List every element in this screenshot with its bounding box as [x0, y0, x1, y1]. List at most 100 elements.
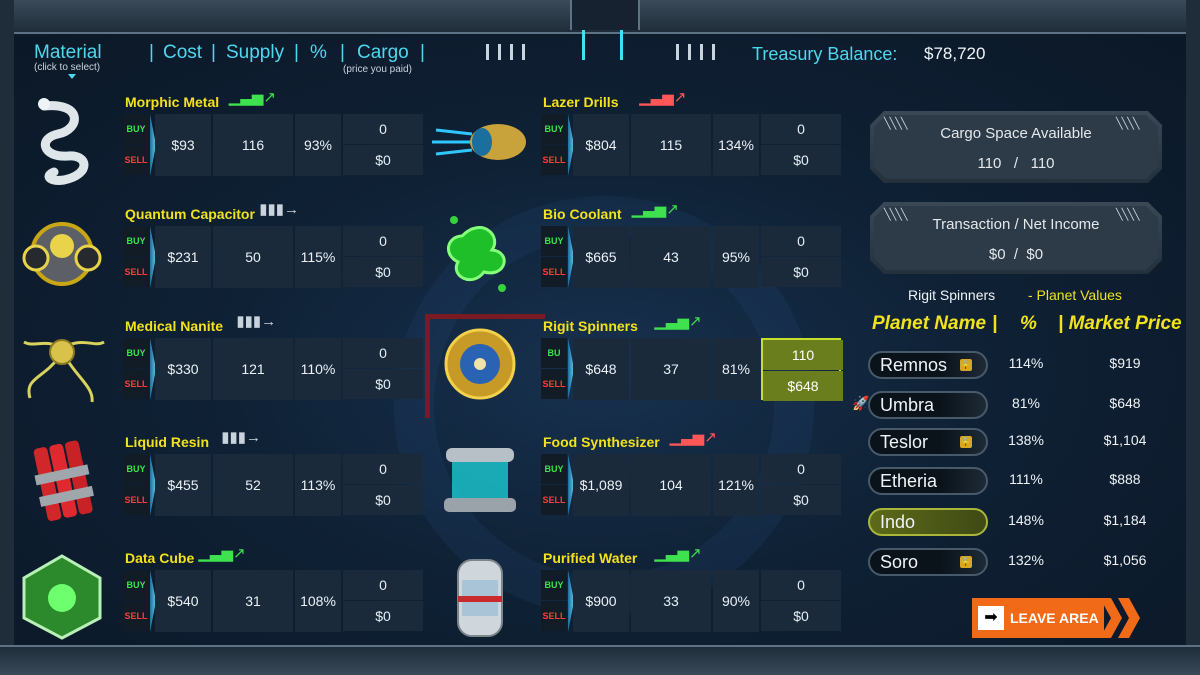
planet-row[interactable]: Soro 🔒 132% $1,056 — [854, 544, 1180, 580]
material-name[interactable]: Quantum Capacitor — [125, 206, 255, 222]
planet-values-label: - Planet Values — [1028, 287, 1122, 303]
planet-market-price: $888 — [1109, 471, 1141, 487]
buy-button[interactable]: BUY — [541, 226, 567, 256]
sell-button[interactable]: SELL — [123, 257, 149, 287]
supply-value: 52 — [213, 454, 293, 516]
buy-button[interactable]: BUY — [541, 454, 567, 484]
planet-market-price: $648 — [1109, 395, 1141, 411]
buy-button[interactable]: BUY — [541, 570, 567, 600]
buy-button[interactable]: BUY — [123, 454, 149, 484]
sell-button[interactable]: SELL — [541, 485, 567, 515]
cargo-quantity: 0 — [343, 338, 423, 368]
lock-icon: 🔒 — [960, 359, 972, 371]
purified-water-icon[interactable] — [432, 550, 528, 642]
material-name[interactable]: Data Cube — [125, 550, 194, 566]
bio-coolant-icon[interactable] — [432, 206, 528, 298]
material-name[interactable]: Food Synthesizer — [543, 434, 660, 450]
header-tick — [486, 44, 489, 60]
buy-button[interactable]: BUY — [123, 338, 149, 368]
material-name[interactable]: Medical Nanite — [125, 318, 223, 334]
center-marker — [582, 30, 585, 60]
planet-name-button[interactable]: Etheria — [868, 467, 988, 495]
planet-name: Etheria — [880, 471, 938, 491]
header-separator: | — [211, 42, 216, 63]
planet-row[interactable]: Etheria 111% $888 — [854, 463, 1180, 499]
cargo-quantity: 0 — [343, 114, 423, 144]
planet-name-header: Planet Name — [872, 313, 987, 334]
material-name[interactable]: Purified Water — [543, 550, 637, 566]
right-frame — [1186, 0, 1200, 675]
cost-value: $648 — [573, 338, 629, 400]
planet-row[interactable]: Remnos 🔒 114% $919 — [854, 347, 1180, 383]
cargo-price: $0 — [343, 485, 423, 515]
sell-button[interactable]: SELL — [123, 145, 149, 175]
cost-value: $330 — [155, 338, 211, 400]
material-header[interactable]: Material — [34, 42, 102, 64]
cargo-price: $0 — [343, 257, 423, 287]
material-name[interactable]: Lazer Drills — [543, 94, 618, 110]
data-cube-icon[interactable] — [14, 550, 110, 642]
material-row[interactable]: Purified Water ▁▃▅↗ BUY SELL $900 33 90% 0 $0 — [432, 544, 852, 656]
planet-name-button[interactable]: Umbra — [868, 391, 988, 419]
cargo-cell: 0 $0 — [343, 570, 423, 632]
lazer-drills-icon[interactable] — [432, 94, 528, 186]
planet-name: Umbra — [880, 395, 935, 415]
lock-icon: 🔒 — [960, 436, 972, 448]
material-name[interactable]: Bio Coolant — [543, 206, 622, 222]
material-row[interactable]: Lazer Drills ▁▃▅↗ BUY SELL $804 115 134% 0 $0 — [432, 88, 852, 200]
sell-button[interactable]: SELL — [541, 601, 567, 631]
cargo-sep: / — [1013, 155, 1019, 172]
percent-value: 110% — [295, 338, 341, 400]
buy-button[interactable]: BUY — [541, 114, 567, 144]
liquid-resin-icon[interactable] — [14, 434, 110, 526]
planet-name-button[interactable]: Indo — [868, 508, 988, 536]
percent-value: 108% — [295, 570, 341, 632]
material-name[interactable]: Rigit Spinners — [543, 318, 638, 334]
buy-button[interactable]: BUY — [123, 570, 149, 600]
leave-area-button[interactable]: ➡ LEAVE AREA — [972, 598, 1140, 638]
morphic-metal-icon[interactable] — [14, 94, 110, 186]
cost-value: $93 — [155, 114, 211, 176]
sell-button[interactable]: SELL — [541, 257, 567, 287]
buy-button[interactable]: BUY — [123, 226, 149, 256]
trend-down-icon: ▁▃▅↗ — [639, 89, 687, 106]
cargo-cell: 0 $0 — [761, 570, 841, 632]
planet-row[interactable]: Teslor 🔒 138% $1,104 — [854, 424, 1180, 460]
quantum-capacitor-icon[interactable] — [14, 206, 110, 298]
buy-button[interactable]: BUY — [123, 114, 149, 144]
material-row[interactable]: Medical Nanite ▮▮▮→ BUY SELL $330 121 110% 0 $0 — [14, 312, 434, 424]
sell-button[interactable]: SELL — [123, 369, 149, 399]
cargo-cell: 0 $0 — [343, 338, 423, 400]
material-row[interactable]: Quantum Capacitor ▮▮▮→ BUY SELL $231 50 115% 0 $… — [14, 200, 434, 312]
material-row[interactable]: Rigit Spinners ▁▃▅↗ BU SELL $648 37 81% 110 $648 — [432, 312, 852, 424]
material-name[interactable]: Liquid Resin — [125, 434, 209, 450]
planet-row[interactable]: 🚀 Umbra 81% $648 — [852, 387, 1180, 423]
material-row[interactable]: Bio Coolant ▁▃▅↗ BUY SELL $665 43 95% 0 $0 — [432, 200, 852, 312]
sell-button[interactable]: SELL — [123, 485, 149, 515]
material-row[interactable]: Liquid Resin ▮▮▮→ BUY SELL $455 52 113% 0 $0 — [14, 428, 434, 540]
material-name[interactable]: Morphic Metal — [125, 94, 219, 110]
material-row[interactable]: Data Cube ▁▃▅↗ BUY SELL $540 31 108% 0 $0 — [14, 544, 434, 656]
percent-value: 134% — [713, 114, 759, 176]
material-row[interactable]: Morphic Metal ▁▃▅↗ BUY SELL $93 116 93% 0 $0 — [14, 88, 434, 200]
buy-button[interactable]: BU — [541, 338, 567, 368]
material-row[interactable]: Food Synthesizer ▁▃▅↗ BUY SELL $1,089 104 121%… — [432, 428, 852, 540]
planet-row[interactable]: Indo 148% $1,184 — [854, 504, 1180, 540]
cargo-total: 110 — [1030, 155, 1055, 172]
cargo-price: $0 — [761, 601, 841, 631]
medical-nanite-icon[interactable] — [14, 318, 110, 410]
sell-button[interactable]: SELL — [541, 145, 567, 175]
supply-value: 115 — [631, 114, 711, 176]
trend-up-icon: ▁▃▅↗ — [654, 313, 702, 330]
sell-button[interactable]: SELL — [541, 369, 567, 399]
percent-value: 115% — [295, 226, 341, 288]
sell-button[interactable]: SELL — [123, 601, 149, 631]
trend-up-icon: ▁▃▅↗ — [228, 89, 276, 106]
rigit-spinners-icon[interactable] — [432, 318, 528, 410]
cargo-quantity: 0 — [761, 114, 841, 144]
food-synthesizer-icon[interactable] — [432, 434, 528, 526]
trend-flat-icon: ▮▮▮→ — [221, 429, 261, 446]
planet-pct-header: % — [1020, 313, 1037, 334]
supply-value: 104 — [631, 454, 711, 516]
chevron-down-icon — [68, 74, 76, 79]
